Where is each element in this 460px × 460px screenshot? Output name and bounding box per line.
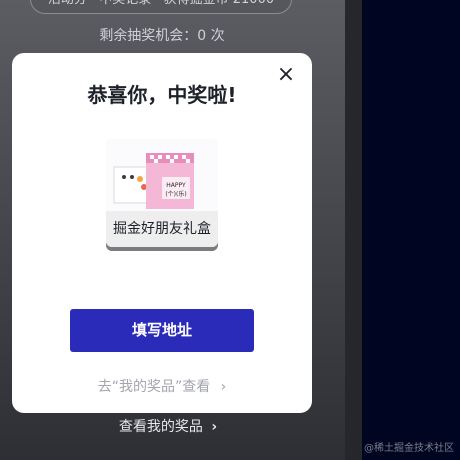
view-my-prizes-link[interactable]: 查看我的奖品 › — [0, 416, 336, 436]
go-my-prizes-label: 去“我的奖品”查看 — [97, 379, 211, 395]
prize-card: HAPPY (个)(乐) 掘金好朋友礼盒 — [106, 139, 218, 247]
remaining-chances-label: 剩余抽奖机会：0 次 — [99, 28, 225, 44]
scrollbar-area — [345, 0, 362, 460]
prize-modal: × 恭喜你，中奖啦! HAPPY (个)(乐) 掘金好朋友礼盒 填写地址 去“我… — [12, 53, 312, 413]
view-my-prizes-label: 查看我的奖品 — [118, 419, 203, 435]
lottery-status-pill: 活动分 · 中奖记录 · 获得掘金币 21000 — [30, 0, 292, 14]
prize-name: 掘金好朋友礼盒 — [106, 211, 218, 247]
prize-image: HAPPY (个)(乐) — [106, 139, 218, 211]
modal-title: 恭喜你，中奖啦! — [87, 83, 237, 107]
chevron-right-icon: › — [220, 379, 227, 395]
fill-address-button[interactable]: 填写地址 — [70, 309, 254, 352]
chevron-right-icon: › — [211, 419, 218, 435]
svg-text:(个)(乐): (个)(乐) — [165, 191, 186, 198]
go-my-prizes-link[interactable]: 去“我的奖品”查看 › — [12, 376, 312, 396]
watermark: @稀土掘金技术社区 — [364, 443, 454, 454]
svg-text:HAPPY: HAPPY — [166, 182, 186, 189]
lottery-page: 活动分 · 中奖记录 · 获得掘金币 21000 剩余抽奖机会：0 次 查看我的… — [0, 0, 362, 460]
dark-side-panel — [362, 0, 460, 460]
